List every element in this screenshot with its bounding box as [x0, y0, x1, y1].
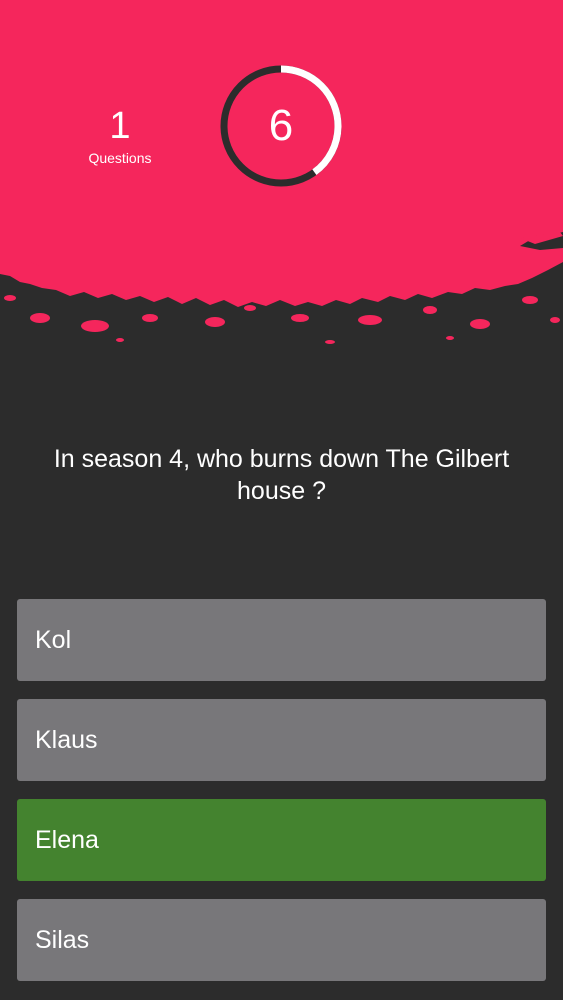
answer-label: Elena [35, 825, 99, 854]
countdown-timer: 6 [218, 63, 344, 189]
answer-label: Klaus [35, 725, 98, 754]
answer-label: Kol [35, 625, 72, 654]
question-text: In season 4, who burns down The Gilbert … [53, 445, 510, 505]
answer-option-silas[interactable]: Silas [17, 899, 546, 981]
answer-option-kol[interactable]: Kol [17, 599, 546, 681]
answer-option-elena[interactable]: Elena [17, 799, 546, 881]
answer-list: Kol Klaus Elena Silas [17, 599, 546, 999]
question-number: 1 [109, 105, 131, 147]
answer-label: Silas [35, 925, 90, 954]
question-counter: 1 Questions [70, 105, 170, 167]
quiz-header: 1 Questions 6 [0, 0, 563, 360]
question-label: Questions [88, 150, 152, 166]
timer-value: 6 [268, 101, 294, 150]
answer-option-klaus[interactable]: Klaus [17, 699, 546, 781]
